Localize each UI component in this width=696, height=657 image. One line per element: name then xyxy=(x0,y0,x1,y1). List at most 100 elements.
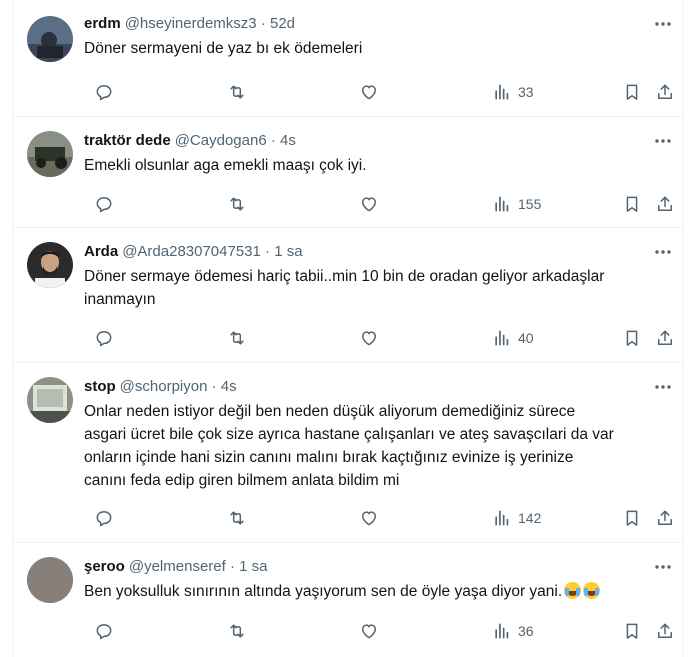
reply-button[interactable] xyxy=(94,619,114,643)
avatar[interactable] xyxy=(27,242,73,288)
action-bar: 155 xyxy=(84,192,672,216)
like-icon xyxy=(362,85,376,100)
bookmark-button[interactable] xyxy=(622,326,642,350)
share-button[interactable] xyxy=(655,80,675,104)
views-icon xyxy=(495,510,509,526)
like-button[interactable] xyxy=(359,192,379,216)
timestamp[interactable]: 52d xyxy=(270,15,295,32)
bookmark-button[interactable] xyxy=(622,619,642,643)
tweet-text: Onlar neden istiyor değil ben neden düşü… xyxy=(84,403,614,489)
reply-button[interactable] xyxy=(94,506,114,530)
bookmark-icon xyxy=(626,510,638,526)
more-icon[interactable] xyxy=(651,375,675,399)
retweet-icon xyxy=(230,331,244,345)
author-name[interactable]: erdm xyxy=(84,15,121,32)
tweet[interactable]: Arda @Arda28307047531 · 1 sa Döner sermay… xyxy=(13,228,683,363)
share-icon xyxy=(658,510,672,525)
tweet[interactable]: stop @schorpiyon · 4s Onlar neden istiyor… xyxy=(13,363,683,543)
tweet-text-container: Ben yoksulluk sınırının altında yaşıyoru… xyxy=(84,580,671,603)
author-handle[interactable]: @yelmenseref xyxy=(129,558,226,575)
separator-dot: · xyxy=(211,378,217,395)
retweet-button[interactable] xyxy=(227,506,247,530)
like-button[interactable] xyxy=(359,326,379,350)
reply-icon xyxy=(96,624,112,640)
like-icon xyxy=(362,197,376,212)
share-icon xyxy=(658,623,672,638)
bookmark-button[interactable] xyxy=(622,80,642,104)
tears-of-joy-emoji xyxy=(583,582,601,599)
retweet-icon xyxy=(230,624,244,638)
views-count: 155 xyxy=(518,196,542,212)
views-icon xyxy=(495,84,509,100)
author-handle[interactable]: @Caydogan6 xyxy=(175,132,267,149)
views-icon xyxy=(495,196,509,212)
share-button[interactable] xyxy=(655,326,675,350)
action-bar: 33 xyxy=(84,80,672,104)
timestamp[interactable]: 1 sa xyxy=(239,558,267,575)
author-name[interactable]: şeroo xyxy=(84,558,125,575)
author-name[interactable]: traktör dede xyxy=(84,132,171,149)
avatar[interactable] xyxy=(27,557,73,603)
views-icon xyxy=(495,330,509,346)
tweet[interactable]: traktör dede @Caydogan6 · 4s Emekli olsun… xyxy=(13,117,683,228)
retweet-button[interactable] xyxy=(227,192,247,216)
tweet-text: Döner sermaye ödemesi hariç tabii..min 1… xyxy=(84,268,605,308)
views-icon xyxy=(495,623,509,639)
like-icon xyxy=(362,331,376,346)
more-icon[interactable] xyxy=(651,12,675,36)
views-button[interactable]: 142 xyxy=(492,506,541,530)
tweet[interactable]: erdm @hseyinerdemksz3 · 52d Döner sermaye… xyxy=(13,0,683,117)
bookmark-icon xyxy=(626,84,638,100)
like-button[interactable] xyxy=(359,80,379,104)
reply-icon xyxy=(96,85,112,101)
avatar[interactable] xyxy=(27,131,73,177)
retweet-button[interactable] xyxy=(227,326,247,350)
more-icon[interactable] xyxy=(651,555,675,579)
action-bar: 40 xyxy=(84,326,672,350)
retweet-icon xyxy=(230,197,244,211)
avatar[interactable] xyxy=(27,16,73,62)
reply-button[interactable] xyxy=(94,192,114,216)
views-button[interactable]: 36 xyxy=(492,619,534,643)
views-button[interactable]: 155 xyxy=(492,192,541,216)
views-count: 40 xyxy=(518,330,534,346)
separator-dot: · xyxy=(260,15,266,32)
like-icon xyxy=(362,511,376,526)
reply-button[interactable] xyxy=(94,80,114,104)
more-icon[interactable] xyxy=(651,129,675,153)
author-handle[interactable]: @Arda28307047531 xyxy=(122,243,261,260)
tweet-text: Ben yoksulluk sınırının altında yaşıyoru… xyxy=(84,583,563,600)
author-name[interactable]: stop xyxy=(84,378,116,395)
like-icon xyxy=(362,624,376,639)
like-button[interactable] xyxy=(359,506,379,530)
timestamp[interactable]: 4s xyxy=(280,132,296,149)
bookmark-icon xyxy=(626,623,638,639)
timestamp[interactable]: 4s xyxy=(221,378,237,395)
bookmark-icon xyxy=(626,196,638,212)
tweet-text: Döner sermayeni de yaz bı ek ödemeleri xyxy=(84,40,363,57)
avatar[interactable] xyxy=(27,377,73,423)
share-button[interactable] xyxy=(655,506,675,530)
author-handle[interactable]: @hseyinerdemksz3 xyxy=(125,15,257,32)
author-handle[interactable]: @schorpiyon xyxy=(120,378,208,395)
tweet[interactable]: şeroo @yelmenseref · 1 sa Ben yoksulluk s… xyxy=(13,543,683,657)
author-name[interactable]: Arda xyxy=(84,243,118,260)
share-button[interactable] xyxy=(655,192,675,216)
more-icon[interactable] xyxy=(651,240,675,264)
tweet-text: Emekli olsunlar aga emekli maaşı çok iyi… xyxy=(84,157,367,174)
timestamp[interactable]: 1 sa xyxy=(274,243,302,260)
bookmark-button[interactable] xyxy=(622,192,642,216)
retweet-button[interactable] xyxy=(227,80,247,104)
share-button[interactable] xyxy=(655,619,675,643)
bookmark-button[interactable] xyxy=(622,506,642,530)
bookmark-icon xyxy=(626,330,638,346)
share-icon xyxy=(658,330,672,345)
tears-of-joy-emoji xyxy=(564,582,582,599)
views-button[interactable]: 40 xyxy=(492,326,534,350)
reply-button[interactable] xyxy=(94,326,114,350)
reply-timeline: erdm @hseyinerdemksz3 · 52d Döner sermaye… xyxy=(12,0,684,657)
share-icon xyxy=(658,196,672,211)
views-button[interactable]: 33 xyxy=(492,80,534,104)
retweet-button[interactable] xyxy=(227,619,247,643)
like-button[interactable] xyxy=(359,619,379,643)
